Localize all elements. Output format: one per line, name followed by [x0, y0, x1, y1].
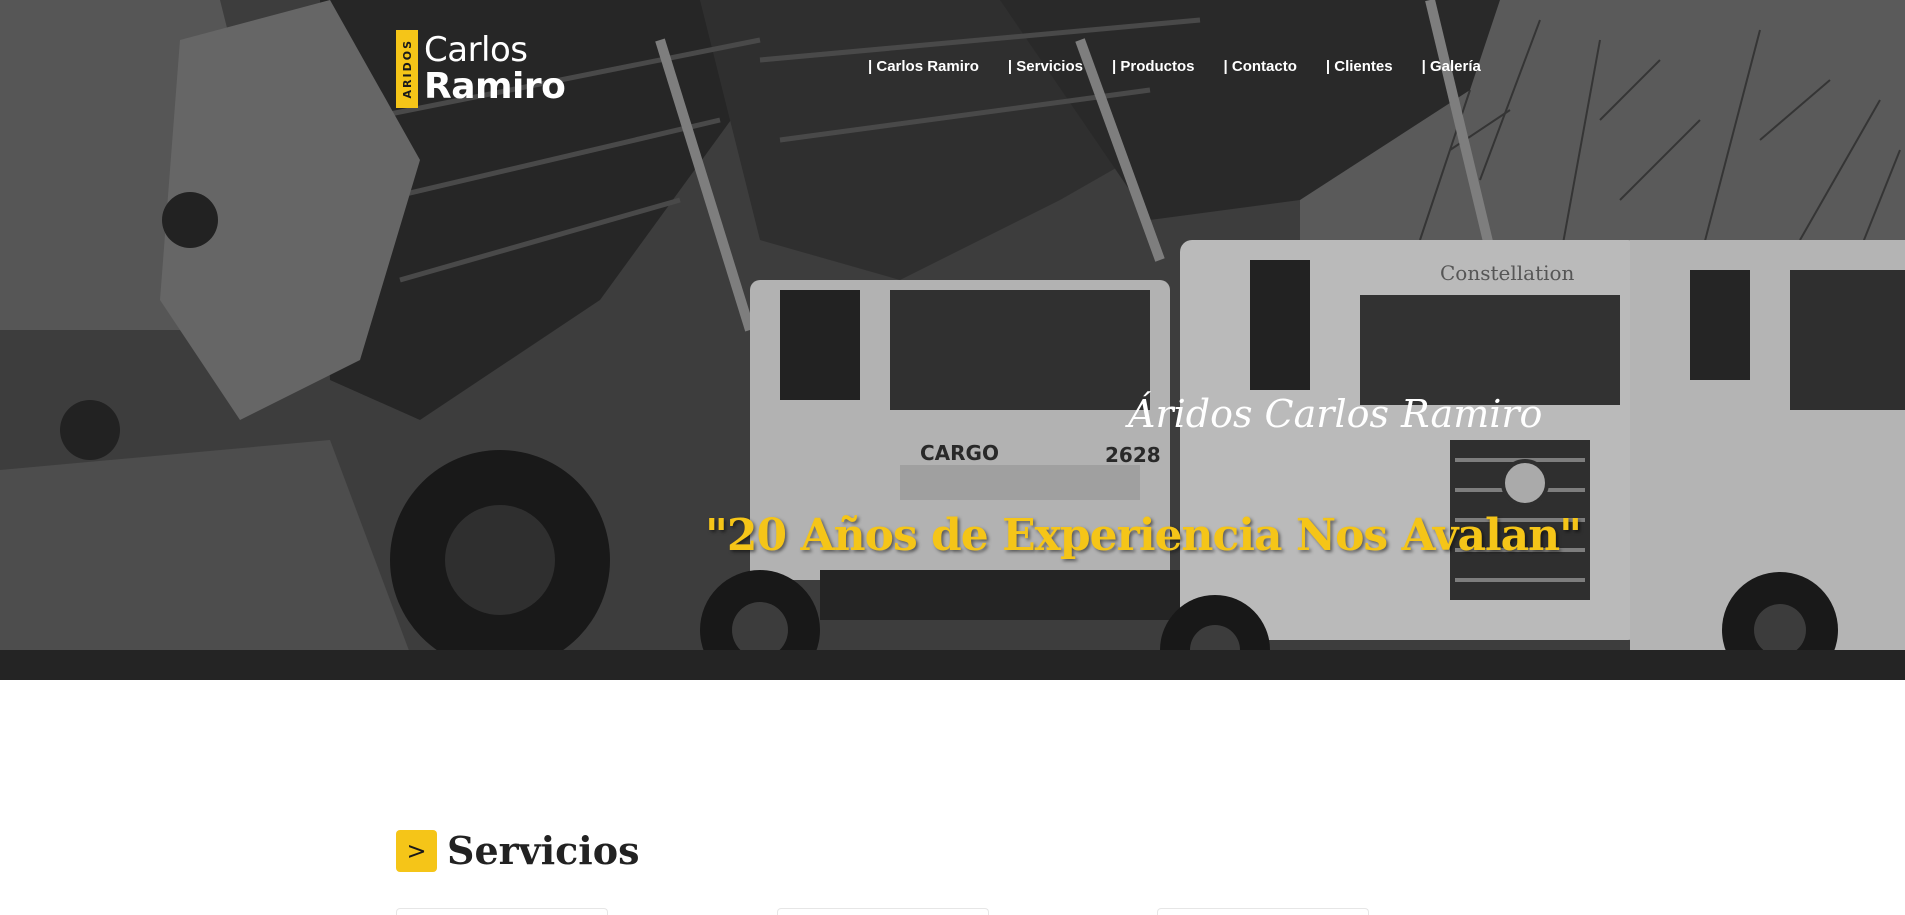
services-heading: > Servicios — [396, 828, 639, 873]
hero-subtitle: Áridos Carlos Ramiro — [1128, 392, 1543, 436]
main-nav: | Carlos Ramiro | Servicios | Productos … — [868, 58, 1510, 75]
service-card[interactable] — [777, 908, 989, 915]
hero-title: "20 Años de Experiencia Nos Avalan" — [705, 510, 1582, 561]
nav-item-contacto[interactable]: | Contacto — [1224, 58, 1297, 75]
nav-item-servicios[interactable]: | Servicios — [1008, 58, 1083, 75]
service-card[interactable] — [396, 908, 608, 915]
nav-item-carlos-ramiro[interactable]: | Carlos Ramiro — [868, 58, 979, 75]
service-card[interactable] — [1157, 908, 1369, 915]
hero-overlay — [0, 0, 1905, 680]
logo-line-2: Ramiro — [424, 66, 566, 107]
nav-item-clientes[interactable]: | Clientes — [1326, 58, 1393, 75]
hero-banner: CARGO 2628 Constellation — [0, 0, 1905, 680]
chevron-right-icon: > — [396, 829, 437, 872]
site-logo[interactable]: ARIDOS Carlos Ramiro — [396, 30, 566, 108]
logo-badge: ARIDOS — [396, 30, 418, 108]
logo-wordmark: Carlos Ramiro — [424, 30, 566, 108]
nav-item-productos[interactable]: | Productos — [1112, 58, 1195, 75]
services-title: Servicios — [447, 828, 640, 873]
logo-badge-text: ARIDOS — [400, 39, 414, 99]
nav-item-galeria[interactable]: | Galería — [1422, 58, 1481, 75]
logo-line-1: Carlos — [424, 30, 528, 70]
